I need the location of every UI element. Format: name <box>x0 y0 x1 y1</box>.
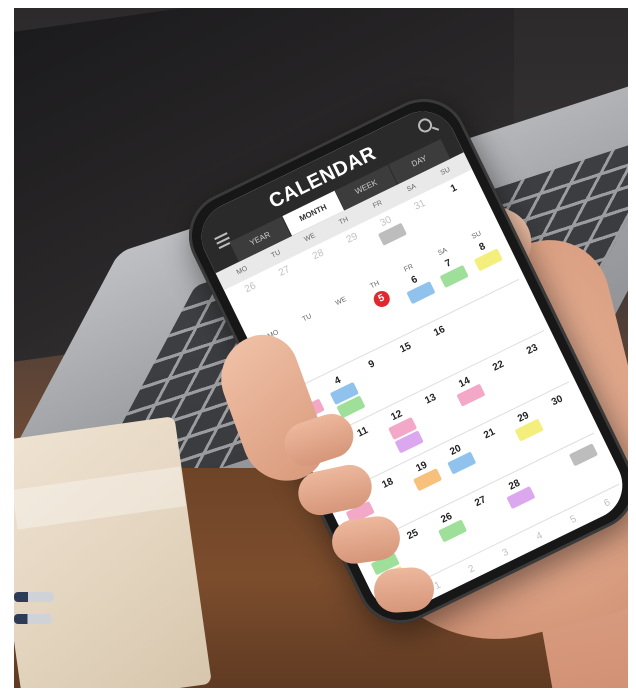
day-number: 6 <box>409 274 420 287</box>
day-number: 2 <box>466 563 477 576</box>
day-number: 30 <box>549 393 565 409</box>
day-number: 8 <box>477 240 488 254</box>
event-chip[interactable] <box>473 248 504 272</box>
day-number: 21 <box>482 426 497 442</box>
day-number: 23 <box>524 342 540 357</box>
day-number: 29 <box>344 230 360 246</box>
day-number: 4 <box>332 374 343 388</box>
day-number: 1 <box>432 579 443 593</box>
day-number: 11 <box>355 425 370 440</box>
day-number: 31 <box>412 197 428 213</box>
day-number: 25 <box>405 527 421 543</box>
day-number: 15 <box>398 340 414 356</box>
event-chip[interactable] <box>569 443 599 467</box>
capsule <box>14 592 54 602</box>
event-chip[interactable] <box>406 281 436 305</box>
day-number: 9 <box>366 358 377 371</box>
day-number: 5 <box>371 288 393 310</box>
day-number: 27 <box>276 264 292 279</box>
event-chip[interactable] <box>440 264 470 288</box>
day-number: 7 <box>443 257 454 270</box>
day-number: 6 <box>602 497 613 510</box>
day-number: 1 <box>448 182 459 195</box>
capsule <box>14 614 52 624</box>
day-number: 3 <box>500 546 511 560</box>
day-number: 22 <box>491 358 506 374</box>
day-number: 18 <box>380 476 396 491</box>
day-number: 5 <box>568 513 579 526</box>
day-number: 27 <box>473 494 489 510</box>
day-number: 13 <box>423 391 439 407</box>
day-number: 16 <box>432 324 447 339</box>
day-number: 28 <box>310 247 326 263</box>
day-number: 26 <box>243 280 258 296</box>
day-number: 4 <box>534 530 545 543</box>
photo-scene: CALENDAR YEAR MONTH WEEK DAY MO TU WE TH FR S… <box>14 8 628 688</box>
